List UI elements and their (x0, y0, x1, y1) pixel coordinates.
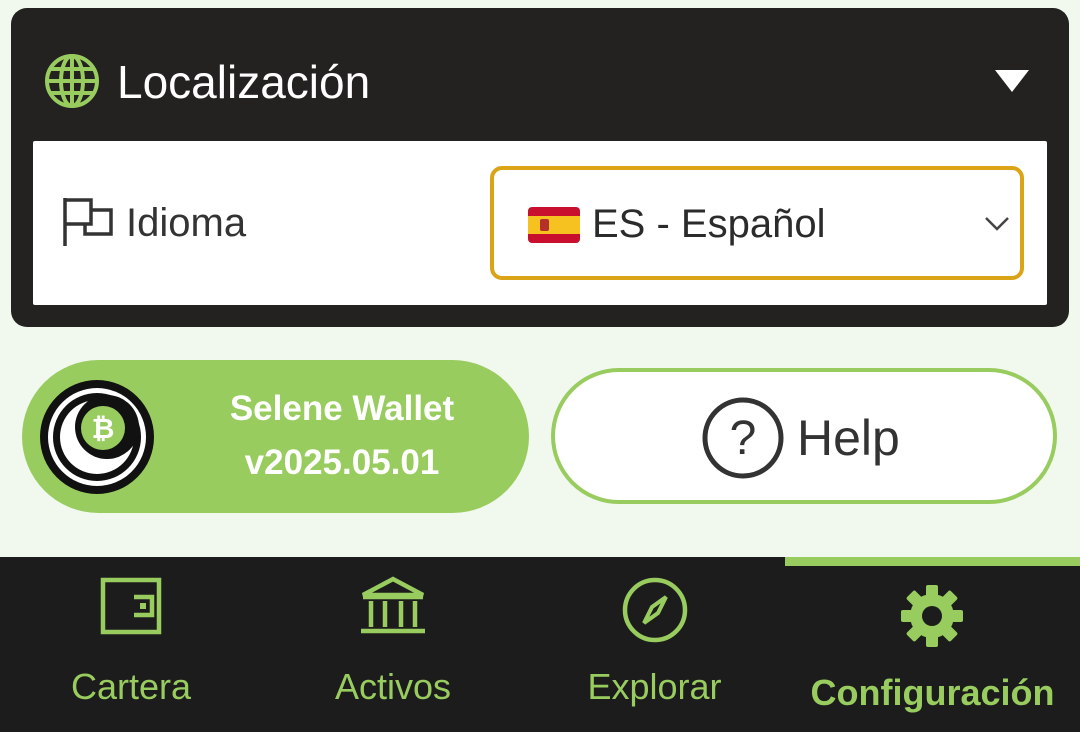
nav-item-activos[interactable]: Activos (262, 557, 524, 732)
flag-icon (63, 198, 113, 246)
language-select-value: ES - Español (592, 202, 826, 246)
svg-text:?: ? (730, 412, 757, 465)
nav-item-explorar[interactable]: Explorar (524, 557, 785, 732)
gear-icon (901, 585, 963, 647)
help-label: Help (797, 410, 900, 466)
svg-text:₿: ₿ (92, 412, 115, 445)
globe-icon (45, 54, 99, 108)
wallet-version-badge: ₿ Selene Wallet v2025.05.01 (22, 360, 529, 513)
bank-icon (361, 576, 425, 634)
language-select[interactable]: ES - Español (490, 166, 1024, 280)
spain-flag-icon (528, 207, 580, 243)
collapse-caret-icon[interactable] (995, 70, 1029, 92)
compass-icon (622, 577, 688, 643)
nav-label-configuracion: Configuración (810, 672, 1055, 713)
wallet-name: Selene Wallet (229, 389, 455, 428)
selene-wallet-logo: ₿ (40, 380, 154, 494)
settings-page: Localización Idioma ES - Español ₿ Selen… (0, 0, 1080, 732)
language-label: Idioma (126, 201, 247, 245)
wallet-icon (100, 577, 162, 635)
chevron-down-icon (985, 217, 1009, 231)
nav-item-configuracion[interactable]: Configuración (785, 557, 1080, 732)
wallet-version: v2025.05.01 (244, 443, 440, 482)
nav-label-cartera: Cartera (70, 666, 192, 707)
bottom-navigation: Cartera Activos Explorar Configuración (0, 557, 1080, 732)
nav-label-explorar: Explorar (587, 666, 722, 707)
localization-title: Localización (117, 56, 371, 108)
question-circle-icon: ? (702, 397, 784, 479)
language-row: Idioma ES - Español (33, 141, 1047, 305)
localization-header[interactable]: Localización (11, 8, 1069, 148)
nav-label-activos: Activos (334, 666, 452, 707)
nav-item-cartera[interactable]: Cartera (0, 557, 262, 732)
localization-section: Localización Idioma ES - Español (11, 8, 1069, 327)
help-button[interactable]: ? Help (551, 368, 1057, 504)
